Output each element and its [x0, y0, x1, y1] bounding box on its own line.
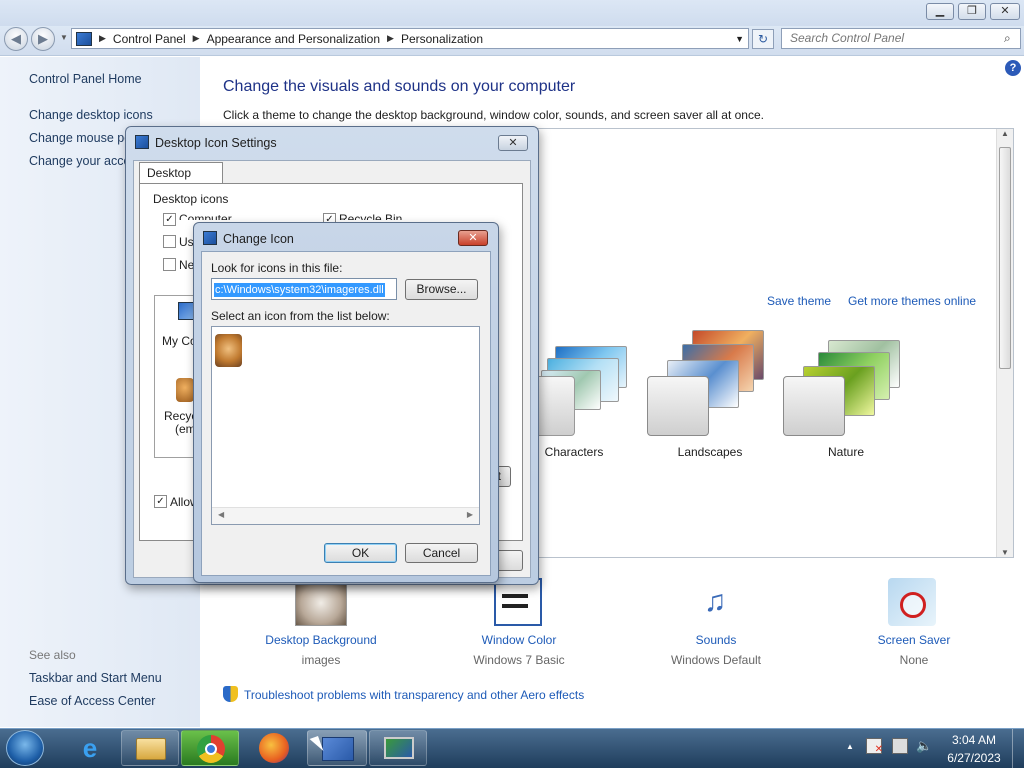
firefox-icon[interactable]	[259, 733, 289, 763]
crumb-arrow-icon[interactable]: ▶	[387, 33, 394, 44]
window-color-value: Windows 7 Basic	[473, 653, 565, 667]
icon-file-value: c:\Windows\system32\imageres.dll	[214, 283, 385, 297]
tab-desktop-icons[interactable]: Desktop Icons	[139, 162, 223, 200]
theme-landscapes[interactable]	[647, 330, 772, 438]
network-checkbox[interactable]	[163, 258, 176, 271]
file-explorer-icon[interactable]	[121, 730, 179, 766]
cat-icon[interactable]	[215, 334, 242, 367]
sounds-value: Windows Default	[670, 653, 762, 667]
theme-label-nature: Nature	[827, 445, 865, 459]
desktop-background-value: images	[301, 653, 341, 667]
computer-label: Computer	[179, 212, 232, 220]
show-desktop-button[interactable]	[1012, 729, 1024, 768]
close-icon[interactable]: ✕	[458, 230, 488, 246]
screen-saver-value: None	[899, 653, 929, 667]
page-subtitle: Click a theme to change the desktop back…	[223, 108, 764, 122]
breadcrumb-control-panel[interactable]: Control Panel	[113, 32, 186, 46]
display-icon	[135, 135, 149, 149]
window-titlebar	[0, 0, 1024, 26]
forward-button[interactable]: ▶	[31, 27, 55, 51]
start-orb-icon[interactable]	[6, 730, 44, 766]
sidebar-item-taskbar[interactable]: Taskbar and Start Menu	[29, 671, 162, 685]
icon-file-input[interactable]: c:\Windows\system32\imageres.dll	[211, 278, 397, 300]
look-for-label: Look for icons in this file:	[211, 261, 343, 275]
recycle-bin-label: Recycle Bin	[339, 212, 403, 220]
close-icon[interactable]: ✕	[498, 135, 528, 151]
address-bar[interactable]: ▶ Control Panel ▶ Appearance and Persona…	[71, 28, 749, 49]
window-color-link[interactable]: Window Color	[449, 633, 589, 647]
recent-pages-icon[interactable]: ▼	[60, 33, 68, 42]
more-themes-link[interactable]: Get more themes online	[848, 294, 976, 308]
action-center-icon[interactable]: ✕	[866, 738, 883, 755]
change-icon-title: Change Icon	[223, 232, 294, 246]
chrome-icon[interactable]	[181, 730, 239, 766]
desktop-icon-settings-title: Desktop Icon Settings	[155, 136, 277, 150]
page-title: Change the visuals and sounds on your co…	[223, 78, 576, 95]
sidebar-item-mouse-pointers[interactable]: Change mouse po	[29, 131, 131, 145]
control-panel-icon	[76, 31, 92, 46]
recycle-bin-icon[interactable]	[176, 378, 194, 402]
network-icon[interactable]	[892, 738, 908, 754]
desktop-background-thumbnail[interactable]	[295, 584, 347, 626]
icon-grid-scrollbar[interactable]: ◀ ▶	[212, 507, 479, 524]
breadcrumb-appearance[interactable]: Appearance and Personalization	[207, 32, 380, 46]
crumb-arrow-icon[interactable]: ▶	[99, 33, 106, 44]
sidebar-item-home[interactable]: Control Panel Home	[29, 72, 142, 86]
theme-list-scrollbar[interactable]: ▲ ▼	[996, 129, 1013, 557]
sidebar-item-account-picture[interactable]: Change your acco	[29, 154, 130, 168]
close-icon[interactable]: ✕	[990, 3, 1020, 20]
theme-nature[interactable]	[783, 340, 908, 440]
select-icon-label: Select an icon from the list below:	[211, 309, 390, 323]
save-theme-link[interactable]: Save theme	[767, 294, 831, 308]
apply-button[interactable]	[496, 550, 523, 571]
minimize-icon[interactable]: ▁	[926, 3, 954, 20]
computer-checkbox[interactable]: ✓	[163, 213, 176, 226]
desktop-background-link[interactable]: Desktop Background	[251, 633, 391, 647]
help-icon[interactable]: ?	[1005, 60, 1021, 76]
show-hidden-icons[interactable]: ▲	[846, 742, 854, 751]
refresh-icon[interactable]: ↻	[752, 29, 774, 49]
sidebar-item-desktop-icons[interactable]: Change desktop icons	[29, 108, 153, 122]
shield-icon	[223, 686, 238, 702]
sounds-link[interactable]: Sounds	[646, 633, 786, 647]
nature-thumb	[783, 376, 845, 436]
users-files-checkbox[interactable]	[163, 235, 176, 248]
window-color-icon[interactable]	[494, 578, 542, 626]
clock-time[interactable]: 3:04 AM	[946, 733, 1002, 747]
screen-saver-link[interactable]: Screen Saver	[844, 633, 984, 647]
crumb-arrow-icon[interactable]: ▶	[193, 33, 200, 44]
sidebar-item-ease-of-access[interactable]: Ease of Access Center	[29, 694, 155, 708]
sounds-icon[interactable]: ♫	[690, 578, 740, 626]
address-dropdown-icon[interactable]: ▼	[735, 34, 744, 44]
theme-characters[interactable]	[535, 342, 635, 437]
display-icon	[203, 231, 217, 245]
allow-themes-checkbox[interactable]: ✓	[154, 495, 167, 508]
landscapes-thumb	[647, 376, 709, 436]
theme-label-landscapes: Landscapes	[677, 445, 743, 459]
back-button[interactable]: ◀	[4, 27, 28, 51]
screen-saver-icon[interactable]	[888, 578, 936, 626]
cancel-button[interactable]: Cancel	[405, 543, 478, 563]
display-settings-icon[interactable]	[369, 730, 427, 766]
group-title: Desktop icons	[153, 192, 229, 206]
search-input[interactable]: Search Control Panel	[781, 28, 1021, 49]
icon-label-computer: My Co	[162, 334, 197, 348]
icon-grid[interactable]	[211, 326, 480, 525]
internet-explorer-icon[interactable]: e	[74, 733, 106, 763]
volume-icon[interactable]: 🔈	[916, 738, 932, 754]
troubleshoot-link[interactable]: Troubleshoot problems with transparency …	[244, 688, 584, 702]
browse-button[interactable]: Browse...	[405, 279, 478, 300]
see-also-title: See also	[29, 648, 76, 662]
restore-icon[interactable]: ❐	[958, 3, 986, 20]
clock-date[interactable]: 6/27/2023	[946, 751, 1002, 765]
search-icon[interactable]: ⌕	[1004, 31, 1011, 46]
ok-button[interactable]: OK	[324, 543, 397, 563]
breadcrumb-personalization[interactable]: Personalization	[401, 32, 483, 46]
